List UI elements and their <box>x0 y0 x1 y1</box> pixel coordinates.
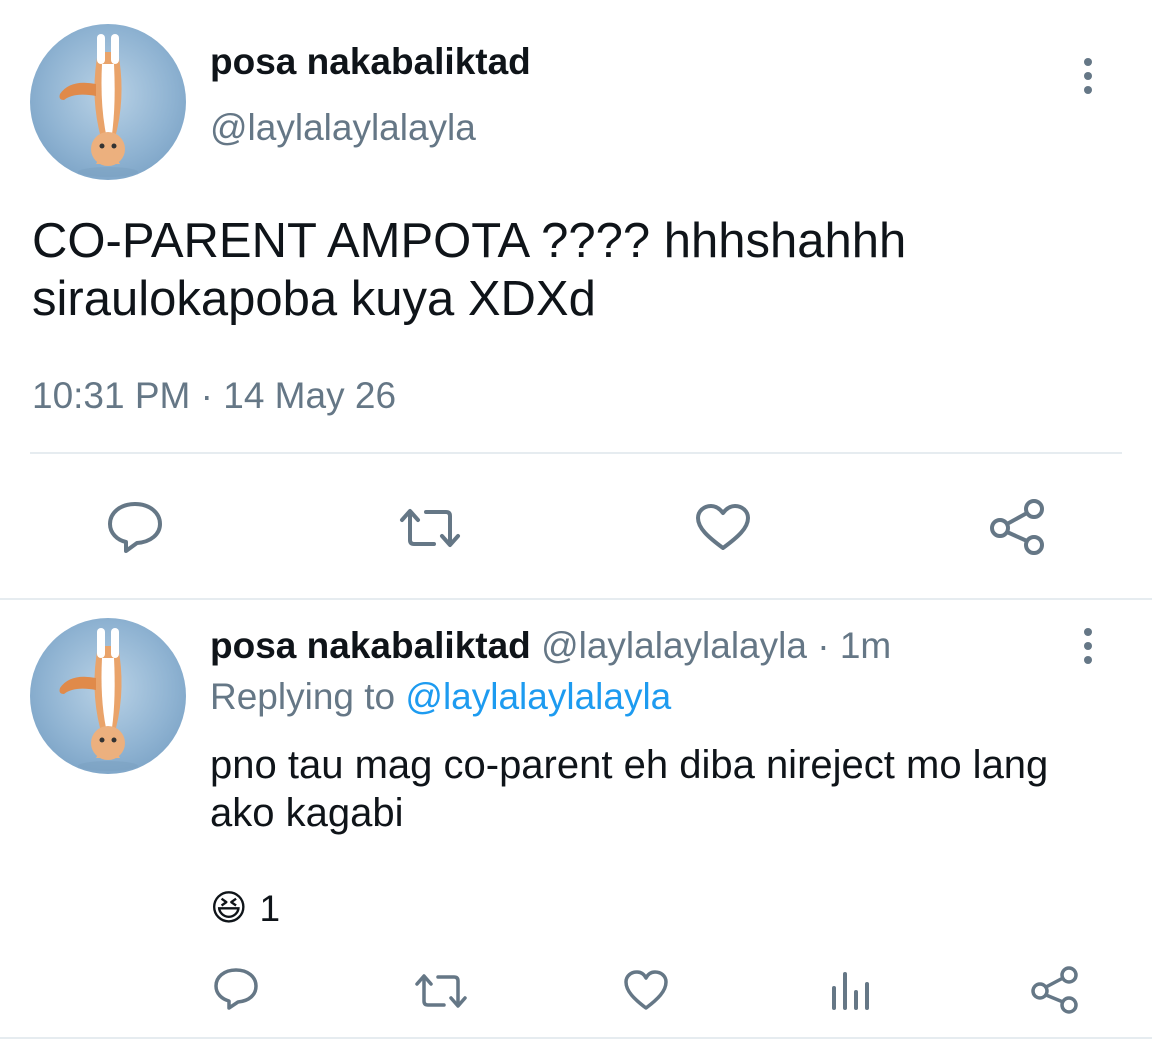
reply-display-name[interactable]: posa nakabaliktad <box>210 625 531 666</box>
reply-text: pno tau mag co-parent eh diba nireject m… <box>210 741 1048 837</box>
like-icon[interactable] <box>694 502 752 552</box>
more-options-icon[interactable] <box>1084 58 1092 100</box>
reply-text-line: pno tau mag co-parent eh diba nireject m… <box>210 743 1049 787</box>
reply-icon[interactable] <box>106 500 164 554</box>
bottom-divider <box>0 1037 1152 1039</box>
reply-header: posa nakabaliktad @laylalaylalayla · 1m <box>210 624 891 668</box>
reply-more-options-icon[interactable] <box>1084 628 1092 670</box>
retweet-icon[interactable] <box>398 506 462 550</box>
replying-to-label: Replying to <box>210 676 396 717</box>
tweet-text-line: siraulokapoba kuya XDXd <box>32 272 596 326</box>
reply-icon[interactable] <box>212 966 260 1012</box>
reaction-count: 1 <box>259 888 281 929</box>
retweet-icon[interactable] <box>414 972 468 1010</box>
analytics-icon[interactable] <box>828 970 872 1012</box>
section-divider <box>0 598 1152 600</box>
reaction[interactable]: 😆 1 <box>210 884 280 934</box>
tweet-text-line: CO-PARENT AMPOTA ???? hhhshahhh <box>32 214 907 268</box>
reply-text-line: ako kagabi <box>210 791 404 835</box>
like-icon[interactable] <box>622 968 670 1012</box>
display-name[interactable]: posa nakabaliktad <box>210 40 531 84</box>
reply-time: 1m <box>839 625 892 666</box>
reply-handle[interactable]: @laylalaylalayla <box>541 625 807 666</box>
divider <box>30 452 1122 454</box>
tweet-text: CO-PARENT AMPOTA ???? hhhshahhh siraulok… <box>32 212 906 328</box>
share-icon[interactable] <box>1030 966 1080 1014</box>
separator-dot: · <box>817 625 830 666</box>
replying-to-link[interactable]: @laylalaylalayla <box>405 676 671 717</box>
tweet-timestamp[interactable]: 10:31 PM · 14 May 26 <box>32 374 396 418</box>
replying-to: Replying to @laylalaylalayla <box>210 675 671 719</box>
user-handle[interactable]: @laylalaylalayla <box>210 106 476 150</box>
avatar[interactable] <box>30 24 186 180</box>
share-icon[interactable] <box>988 498 1048 556</box>
reply-avatar[interactable] <box>30 618 186 774</box>
laughing-emoji-icon: 😆 <box>210 888 248 929</box>
